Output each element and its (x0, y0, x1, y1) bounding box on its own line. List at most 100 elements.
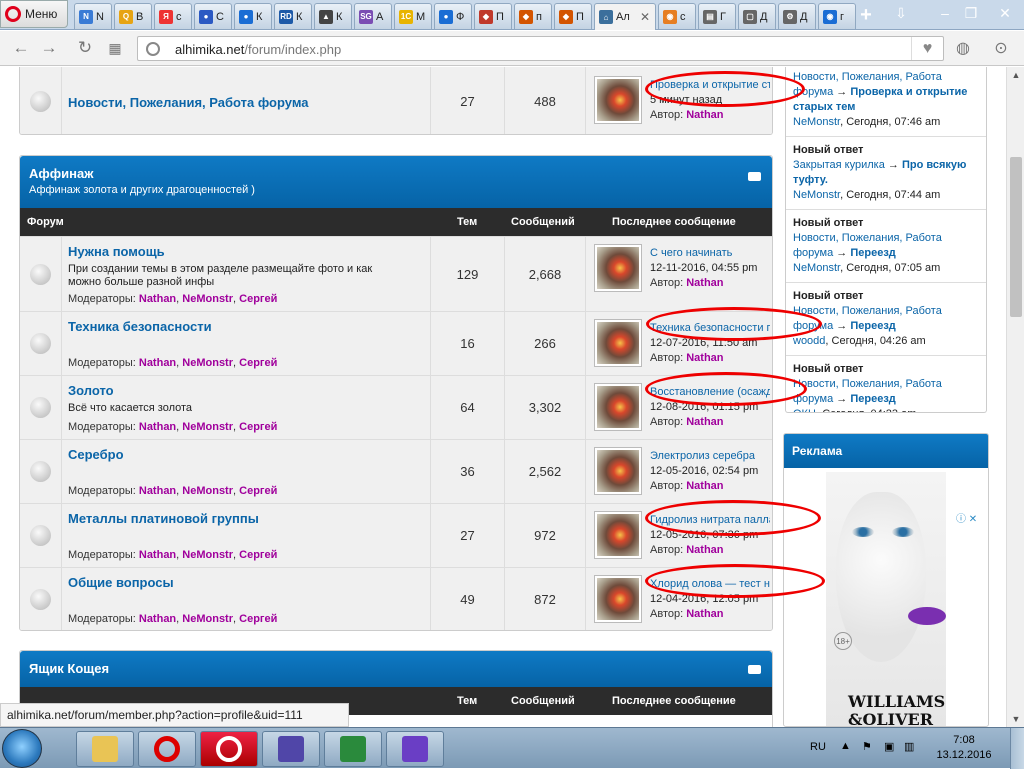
author-avatar[interactable] (594, 383, 642, 431)
author-link[interactable]: Nathan (686, 109, 723, 121)
browser-tab[interactable]: ◉ с (658, 3, 696, 29)
tab-list-icon[interactable]: ⇩ (886, 2, 916, 24)
close-window-button[interactable]: ✕ (990, 2, 1020, 24)
tray-network-icon[interactable]: ▥ (904, 740, 914, 753)
moderator-link[interactable]: Сергей (239, 613, 277, 625)
bookmark-heart-icon[interactable]: ♥ (911, 37, 943, 60)
browser-tab[interactable]: ● К (234, 3, 272, 29)
moderator-link[interactable]: Сергей (239, 357, 277, 369)
author-link[interactable]: Nathan (686, 352, 723, 364)
download-icon[interactable]: ⊙ (990, 38, 1012, 58)
moderator-link[interactable]: Сергей (239, 549, 277, 561)
last-topic-link[interactable]: Электролиз серебра (650, 450, 770, 462)
last-topic-link[interactable]: Восстановление (осаждение... (650, 386, 770, 398)
browser-tab[interactable]: NN (74, 3, 112, 29)
moderator-link[interactable]: Nathan (139, 421, 176, 433)
moderator-link[interactable]: NeMonstr (182, 421, 233, 433)
moderator-link[interactable]: Nathan (139, 613, 176, 625)
last-topic-link[interactable]: Проверка и открытие старых... (650, 79, 770, 91)
url-input[interactable]: alhimika.net/forum/index.php ♥ (137, 36, 944, 61)
back-button[interactable]: ← (10, 38, 32, 58)
forward-button[interactable]: → (38, 38, 60, 58)
site-info-icon[interactable] (146, 42, 160, 56)
sidebar-forum-link[interactable]: Закрытая курилка (793, 159, 885, 171)
forum-name-link[interactable]: Общие вопросы (68, 575, 174, 590)
forum-name-link[interactable]: Серебро (68, 447, 124, 462)
browser-tab[interactable]: ◆ П (474, 3, 512, 29)
browser-tab[interactable]: Яс (154, 3, 192, 29)
language-indicator[interactable]: RU (810, 741, 826, 753)
vertical-scrollbar[interactable]: ▲ ▼ (1006, 67, 1024, 727)
forum-name-link[interactable]: Техника безопасности (68, 319, 212, 334)
tray-flag-icon[interactable]: ⚑ (862, 740, 872, 753)
taskbar-excel[interactable] (324, 731, 382, 767)
start-button[interactable] (2, 729, 42, 768)
category-title[interactable]: Аффинаж (29, 166, 93, 181)
browser-tab[interactable]: ● Ф (434, 3, 472, 29)
author-link[interactable]: Nathan (686, 608, 723, 620)
author-avatar[interactable] (594, 244, 642, 292)
speed-dial-icon[interactable]: ▦ (104, 38, 126, 58)
last-topic-link[interactable]: Техника безопасности при ... (650, 322, 770, 334)
moderator-link[interactable]: NeMonstr (182, 293, 233, 305)
category2-title[interactable]: Ящик Кощея (29, 661, 109, 676)
author-link[interactable]: Nathan (686, 480, 723, 492)
author-link[interactable]: Nathan (686, 277, 723, 289)
moderator-link[interactable]: Nathan (139, 357, 176, 369)
scroll-up-icon[interactable]: ▲ (1007, 67, 1024, 83)
moderator-link[interactable]: Сергей (239, 293, 277, 305)
moderator-link[interactable]: Nathan (139, 549, 176, 561)
moderator-link[interactable]: NeMonstr (182, 549, 233, 561)
show-desktop-button[interactable] (1010, 728, 1024, 769)
browser-tab[interactable]: 1C М (394, 3, 432, 29)
author-link[interactable]: Nathan (686, 416, 723, 428)
author-avatar[interactable] (594, 319, 642, 367)
sidebar-topic-link[interactable]: Переезд (850, 247, 895, 259)
browser-tab[interactable]: ● С (194, 3, 232, 29)
taskbar-opera[interactable] (138, 731, 196, 767)
taskbar-explorer[interactable] (76, 731, 134, 767)
moderator-link[interactable]: Nathan (139, 293, 176, 305)
tray-expand-icon[interactable]: ▲ (840, 740, 851, 752)
sidebar-user-link[interactable]: NeMonstr (793, 189, 840, 201)
sidebar-user-link[interactable]: ОКЦ (793, 408, 816, 412)
browser-tab[interactable]: ⚙ Д (778, 3, 816, 29)
reload-button[interactable]: ↻ (74, 38, 96, 58)
scrollbar-thumb[interactable] (1010, 157, 1022, 317)
new-tab-button[interactable]: + (855, 4, 877, 26)
moderator-link[interactable]: Сергей (239, 421, 277, 433)
collapse-icon[interactable] (748, 665, 761, 674)
taskbar-editor[interactable] (262, 731, 320, 767)
moderator-link[interactable]: Сергей (239, 485, 277, 497)
last-topic-link[interactable]: Гидролиз нитрата палладия... (650, 514, 770, 526)
author-avatar[interactable] (594, 575, 642, 623)
adchoices-icon[interactable]: ⓘ ✕ (956, 510, 986, 525)
author-avatar[interactable] (594, 447, 642, 495)
sidebar-user-link[interactable]: NeMonstr (793, 116, 840, 128)
opera-menu-button[interactable]: Меню (0, 0, 68, 28)
browser-tab[interactable]: QВ (114, 3, 152, 29)
clock[interactable]: 7:08 13.12.2016 (928, 733, 1000, 763)
sidebar-user-link[interactable]: NeMonstr (793, 262, 840, 274)
sidebar-user-link[interactable]: woodd (793, 335, 825, 347)
vpn-globe-icon[interactable]: ◍ (952, 38, 974, 58)
moderator-link[interactable]: NeMonstr (182, 613, 233, 625)
forum-name-link[interactable]: Металлы платиновой группы (68, 511, 259, 526)
moderator-link[interactable]: NeMonstr (182, 485, 233, 497)
collapse-icon[interactable] (748, 172, 761, 181)
forum-name-link[interactable]: Новости, Пожелания, Работа форума (68, 95, 309, 110)
browser-tab[interactable]: ▲ К (314, 3, 352, 29)
taskbar-opera-alt[interactable] (200, 731, 258, 767)
author-avatar[interactable] (594, 76, 642, 124)
browser-tab[interactable]: SG А (354, 3, 392, 29)
close-tab-icon[interactable]: ✕ (640, 10, 650, 24)
maximize-button[interactable]: ❐ (956, 2, 986, 24)
author-avatar[interactable] (594, 511, 642, 559)
browser-tab[interactable]: ▢ Д (738, 3, 776, 29)
browser-tab[interactable]: ⌂ Ал ✕ (594, 3, 656, 30)
browser-tab[interactable]: RD К (274, 3, 312, 29)
moderator-link[interactable]: NeMonstr (182, 357, 233, 369)
tray-device-icon[interactable]: ▣ (884, 740, 894, 753)
browser-tab[interactable]: ◆ П (554, 3, 592, 29)
sidebar-topic-link[interactable]: Переезд (850, 393, 895, 405)
